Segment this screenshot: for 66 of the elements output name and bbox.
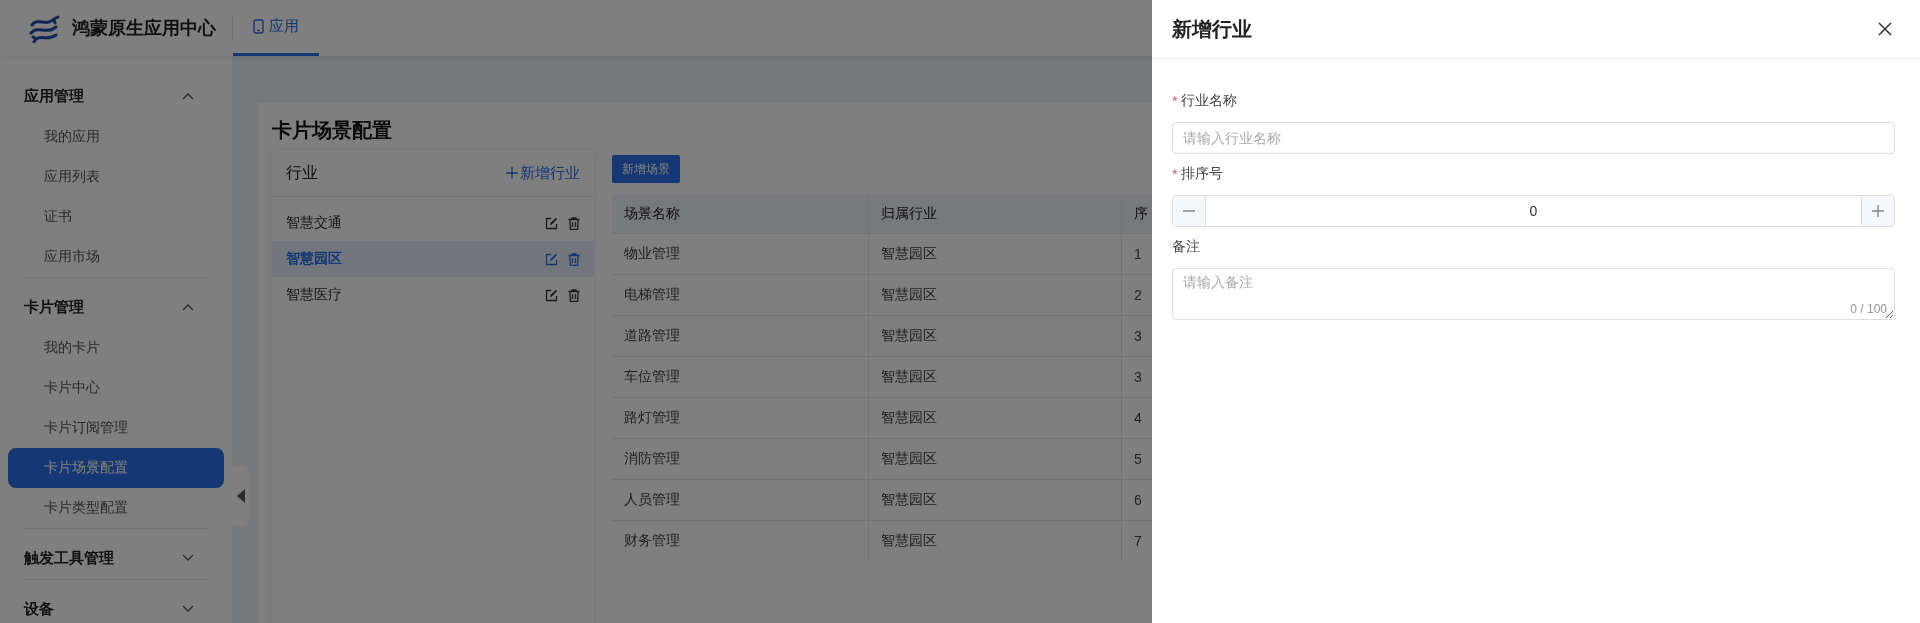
chevron-down-icon — [182, 605, 194, 613]
edit-icon[interactable] — [545, 216, 558, 230]
table-cell: 人员管理 — [612, 479, 869, 521]
phone-icon — [253, 19, 264, 34]
trash-icon[interactable] — [568, 252, 580, 266]
table-cell: 智慧园区 — [868, 438, 1122, 480]
table-cell: 财务管理 — [612, 520, 869, 561]
collapse-handle[interactable] — [232, 466, 250, 526]
trash-icon[interactable] — [568, 288, 580, 302]
table-cell: 道路管理 — [612, 315, 869, 357]
column-header: 归属行业 — [868, 195, 1122, 234]
chevron-up-icon — [182, 303, 194, 311]
menu-item[interactable]: 我的应用 — [8, 117, 224, 157]
app-brand: 鸿蒙原生应用中心 — [72, 17, 216, 40]
trash-icon[interactable] — [568, 216, 580, 230]
menu-group[interactable]: 触发工具管理 — [24, 537, 208, 579]
drawer-title: 新增行业 — [1172, 16, 1252, 42]
edit-icon[interactable] — [545, 252, 558, 266]
page-title: 卡片场景配置 — [272, 118, 392, 143]
minus-icon — [1183, 210, 1195, 212]
field-label: 行业名称 — [1181, 92, 1238, 110]
plus-icon — [506, 167, 518, 179]
required-mark: * — [1172, 93, 1178, 109]
table-cell: 智慧园区 — [868, 274, 1122, 316]
panel-title: 行业 — [286, 162, 318, 183]
required-mark: * — [1172, 166, 1178, 182]
table-cell: 消防管理 — [612, 438, 869, 480]
menu-item[interactable]: 卡片订阅管理 — [8, 408, 224, 448]
menu-item[interactable]: 卡片中心 — [8, 368, 224, 408]
input-field[interactable]: 请输入行业名称 — [1172, 122, 1895, 154]
column-header: 场景名称 — [612, 195, 869, 234]
menu-item[interactable]: 应用列表 — [8, 157, 224, 197]
table-cell: 智慧园区 — [868, 233, 1122, 275]
field-label: 备注 — [1172, 238, 1200, 256]
table-cell: 路灯管理 — [612, 397, 869, 439]
table-cell: 智慧园区 — [868, 356, 1122, 398]
table-cell: 智慧园区 — [868, 315, 1122, 357]
table-cell: 智慧园区 — [868, 479, 1122, 521]
triangle-left-icon — [237, 489, 245, 503]
logo-icon — [28, 13, 62, 43]
add-scene-button[interactable]: 新增场景 — [612, 155, 680, 183]
menu-item[interactable]: 我的卡片 — [8, 328, 224, 368]
industry-item[interactable]: 智慧交通 — [272, 205, 594, 241]
chevron-up-icon — [182, 92, 194, 100]
menu-item[interactable]: 应用市场 — [8, 237, 224, 277]
table-cell: 物业管理 — [612, 233, 869, 275]
chevron-down-icon — [182, 554, 194, 562]
close-button[interactable] — [1878, 22, 1892, 36]
industry-item[interactable]: 智慧医疗 — [272, 277, 594, 313]
menu-item[interactable]: 卡片类型配置 — [8, 488, 224, 528]
plus-icon — [1872, 205, 1884, 217]
industry-item[interactable]: 智慧园区 — [272, 241, 594, 277]
table-cell: 智慧园区 — [868, 397, 1122, 439]
edit-icon[interactable] — [545, 288, 558, 302]
table-cell: 车位管理 — [612, 356, 869, 398]
menu-group[interactable]: 设备 — [24, 588, 208, 623]
char-counter: 0 / 100 — [1850, 302, 1887, 316]
table-cell: 智慧园区 — [868, 520, 1122, 561]
field-label: 排序号 — [1181, 165, 1224, 183]
menu-group[interactable]: 卡片管理 — [24, 286, 208, 328]
add-industry-link[interactable]: 新增行业 — [506, 163, 580, 183]
menu-item[interactable]: 证书 — [8, 197, 224, 237]
close-icon — [1878, 22, 1892, 36]
menu-group[interactable]: 应用管理 — [24, 75, 208, 117]
menu-item[interactable]: 卡片场景配置 — [8, 448, 224, 488]
table-cell: 电梯管理 — [612, 274, 869, 316]
